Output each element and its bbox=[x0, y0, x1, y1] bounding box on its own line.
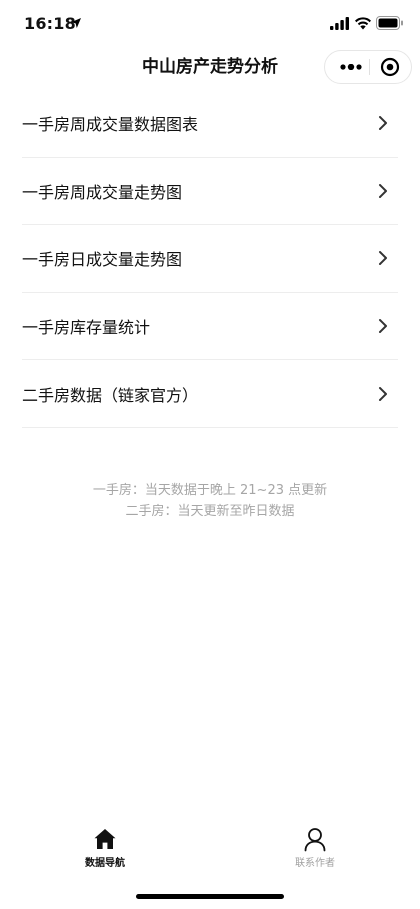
status-bar: 16:18 bbox=[0, 0, 420, 48]
tab-bar: 数据导航 联系作者 bbox=[0, 822, 420, 882]
menu-item-inventory[interactable]: 一手房库存量统计 bbox=[22, 293, 398, 361]
note-new-house: 一手房：当天数据于晚上 21~23 点更新 bbox=[92, 483, 328, 498]
battery-icon bbox=[376, 16, 403, 30]
home-icon bbox=[94, 829, 116, 849]
person-icon bbox=[304, 828, 326, 852]
menu-item-weekly-chart[interactable]: 一手房周成交量数据图表 bbox=[22, 90, 398, 158]
more-button[interactable] bbox=[333, 51, 369, 83]
menu-item-label: 一手房周成交量数据图表 bbox=[22, 115, 199, 135]
menu-item-weekly-trend[interactable]: 一手房周成交量走势图 bbox=[22, 158, 398, 226]
nav-bar: 中山房产走势分析 bbox=[0, 48, 420, 86]
status-time: 16:18 bbox=[24, 14, 76, 33]
menu-list: 一手房周成交量数据图表 一手房周成交量走势图 一手房日成交量走势图 一手房库存量… bbox=[22, 90, 398, 428]
chevron-right-icon bbox=[379, 319, 387, 334]
menu-item-second-hand[interactable]: 二手房数据（链家官方） bbox=[22, 360, 398, 428]
note-second-hand: 二手房：当天更新至昨日数据 bbox=[125, 504, 295, 519]
update-notes: 一手房：当天数据于晚上 21~23 点更新 二手房：当天更新至昨日数据 bbox=[0, 480, 420, 522]
menu-item-label: 一手房周成交量走势图 bbox=[22, 182, 183, 202]
menu-item-label: 一手房日成交量走势图 bbox=[22, 250, 183, 270]
chevron-right-icon bbox=[379, 386, 387, 401]
signal-icon bbox=[330, 17, 349, 30]
tab-label: 联系作者 bbox=[295, 858, 335, 869]
more-dots-icon bbox=[340, 64, 362, 70]
capsule-divider bbox=[369, 59, 370, 75]
tab-data-nav[interactable]: 数据导航 bbox=[50, 822, 160, 869]
tab-contact-author[interactable]: 联系作者 bbox=[260, 822, 370, 869]
close-button[interactable] bbox=[371, 51, 409, 83]
close-target-icon bbox=[380, 57, 400, 77]
chevron-right-icon bbox=[379, 183, 387, 198]
location-arrow-icon bbox=[71, 18, 81, 28]
chevron-right-icon bbox=[379, 251, 387, 266]
menu-item-label: 一手房库存量统计 bbox=[22, 318, 151, 338]
tab-label: 数据导航 bbox=[85, 858, 125, 869]
menu-item-label: 二手房数据（链家官方） bbox=[22, 385, 199, 405]
wifi-icon bbox=[355, 17, 371, 30]
chevron-right-icon bbox=[379, 116, 387, 131]
home-indicator bbox=[136, 894, 284, 899]
mini-program-capsule bbox=[324, 50, 412, 84]
menu-item-daily-trend[interactable]: 一手房日成交量走势图 bbox=[22, 225, 398, 293]
